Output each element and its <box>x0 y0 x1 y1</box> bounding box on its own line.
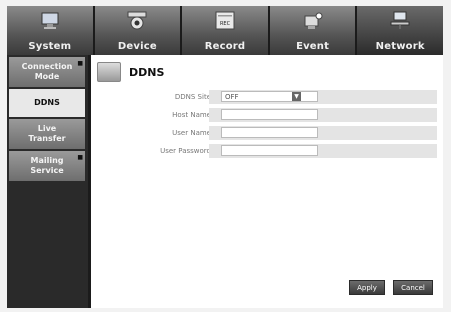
network-icon <box>390 11 410 29</box>
submenu-marker-icon: ■ <box>77 60 83 67</box>
tab-label: System <box>28 41 72 52</box>
sidebar-item-ddns[interactable]: DDNS <box>9 89 85 117</box>
user-name-label: User Name <box>172 129 211 137</box>
sidebar-item-label: Service <box>30 166 64 175</box>
cancel-button[interactable]: Cancel <box>393 280 433 295</box>
user-password-input[interactable] <box>221 145 318 156</box>
ddns-site-select[interactable]: OFF <box>221 91 318 102</box>
ddns-site-row: DDNS Site OFF ▼ <box>91 90 443 104</box>
system-monitor-icon <box>41 12 59 29</box>
tab-label: Event <box>296 41 330 52</box>
settings-window: System Device REC Record Event Network ■… <box>7 6 443 308</box>
ddns-header-icon <box>97 62 121 82</box>
rec-icon: REC <box>215 11 235 30</box>
event-icon <box>304 12 323 29</box>
sidebar-item-label: Connection <box>21 62 73 71</box>
submenu-marker-icon: ■ <box>77 154 83 161</box>
apply-button[interactable]: Apply <box>349 280 385 295</box>
sidebar: ■ Connection Mode DDNS Live Transfer ■ M… <box>7 55 88 308</box>
tab-label: Device <box>117 41 157 52</box>
user-password-label: User Password <box>160 147 211 155</box>
sidebar-item-label: Live <box>37 124 57 133</box>
tab-network[interactable]: Network <box>357 6 443 55</box>
host-name-input[interactable] <box>221 109 318 120</box>
page-title: DDNS <box>129 66 165 79</box>
user-password-row: User Password <box>91 144 443 158</box>
sidebar-item-label: Mode <box>34 72 60 81</box>
tab-record[interactable]: REC Record <box>182 6 268 55</box>
tab-device[interactable]: Device <box>94 6 181 55</box>
sidebar-item-label: Transfer <box>28 134 66 143</box>
host-name-label: Host Name <box>172 111 211 119</box>
tab-system[interactable]: System <box>7 6 93 55</box>
sidebar-item-mailing-service[interactable]: ■ Mailing Service <box>9 151 85 181</box>
sidebar-item-label: DDNS <box>34 98 60 107</box>
sidebar-item-connection-mode[interactable]: ■ Connection Mode <box>9 57 85 87</box>
tab-label: Network <box>375 41 425 52</box>
tab-label: Record <box>204 41 246 52</box>
host-name-row: Host Name <box>91 108 443 122</box>
sidebar-item-live-transfer[interactable]: Live Transfer <box>9 119 85 149</box>
ddns-site-label: DDNS Site <box>174 93 211 101</box>
tab-event[interactable]: Event <box>269 6 356 55</box>
content-panel: DDNS DDNS Site OFF ▼ Host Name User Name… <box>91 55 443 308</box>
rec-badge: REC <box>220 21 231 27</box>
sidebar-item-label: Mailing <box>30 156 64 165</box>
chevron-down-icon[interactable]: ▼ <box>292 92 301 101</box>
top-tab-bar: System Device REC Record Event Network <box>7 6 443 55</box>
screen-frame: System Device REC Record Event Network ■… <box>0 0 451 312</box>
user-name-input[interactable] <box>221 127 318 138</box>
camera-icon <box>127 11 147 30</box>
user-name-row: User Name <box>91 126 443 140</box>
